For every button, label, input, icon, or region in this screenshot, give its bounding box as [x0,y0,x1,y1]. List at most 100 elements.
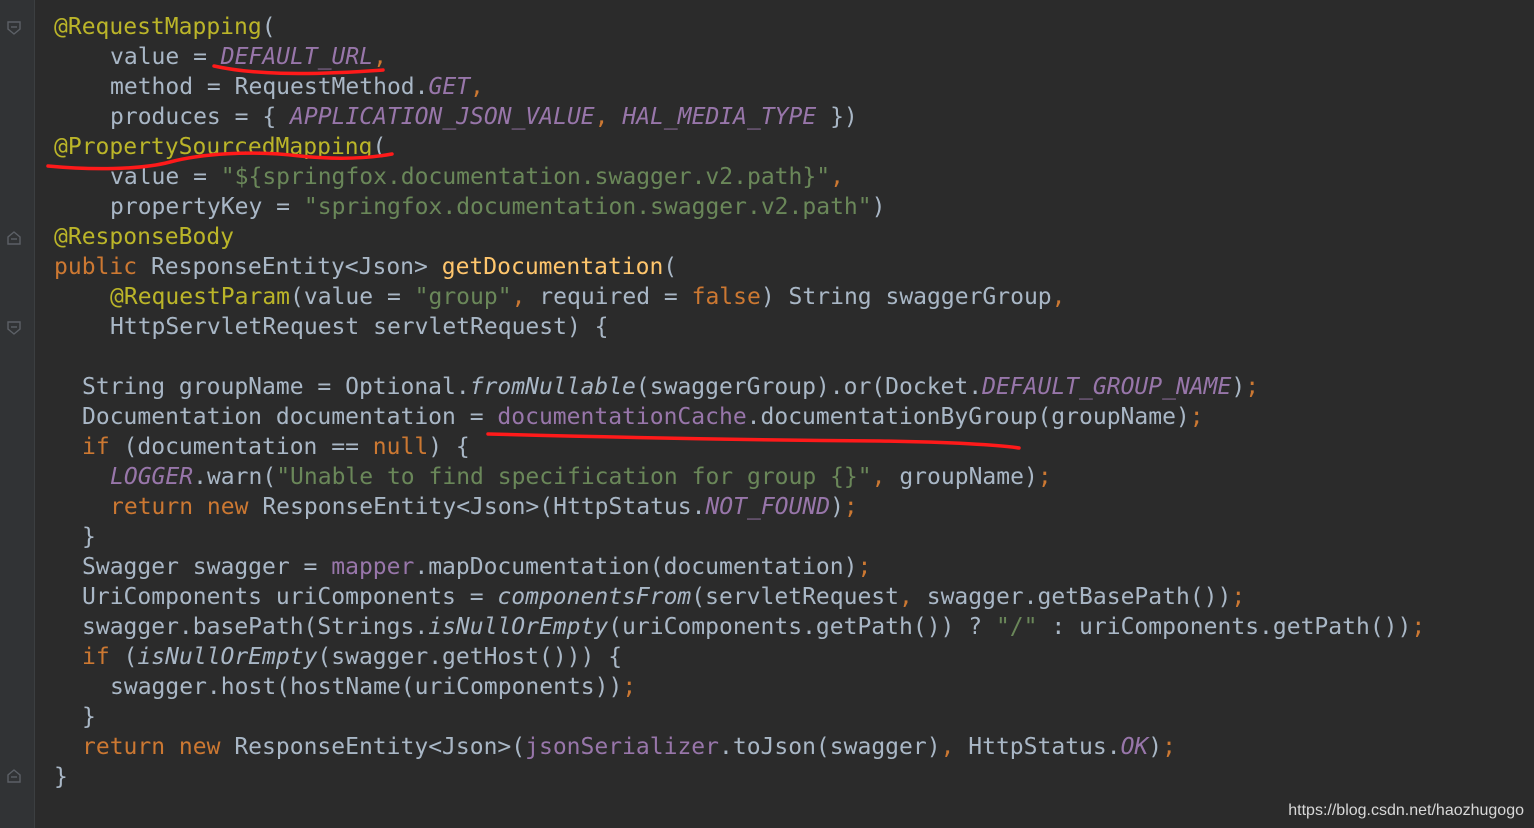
code-token-keyword: if [82,434,124,460]
code-token-plain: (uriComponents.getPath()) ? [608,614,996,640]
code-token-plain: ResponseEntity<Json>( [234,734,526,760]
code-token-punct: ; [1245,374,1260,400]
code-token-punct: , [373,44,387,70]
code-token-constant: NOT_FOUND [705,494,831,520]
code-token-constant: DEFAULT_GROUP_NAME [982,374,1232,400]
fold-open-icon[interactable] [6,20,22,36]
code-line: HttpServletRequest servletRequest) { [54,312,1534,342]
code-token-plain: Swagger swagger = [82,554,332,580]
code-token-plain: ) [871,194,886,220]
code-token-plain: required = [539,284,692,310]
code-token-string: "/" [995,614,1038,640]
code-token-punct: ; [1162,734,1177,760]
code-line: Documentation documentation = documentat… [54,402,1534,432]
code-token-string: "Unable to find specification for group … [276,464,872,490]
code-token-constant: HAL_MEDIA_TYPE [622,104,817,130]
editor-gutter [0,0,35,828]
code-line: return new ResponseEntity<Json>(jsonSeri… [54,732,1534,762]
code-token-plain: ( [663,254,678,280]
code-line: return new ResponseEntity<Json>(HttpStat… [54,492,1534,522]
code-token-static: isNullOrEmpty [428,614,609,640]
code-token-plain: ) { [428,434,470,460]
code-token-plain: groupName) [899,464,1038,490]
code-token-punct: , [899,584,927,610]
code-token-method: getDocumentation [441,254,664,280]
code-token-plain: swagger.basePath(Strings. [82,614,429,640]
code-token-plain: ( [372,134,387,160]
code-line: } [54,522,1534,552]
code-line: @ResponseBody [54,222,1534,252]
code-token-keyword: null [372,434,429,460]
code-token-plain: value = [110,44,221,70]
code-token-plain: } [82,704,96,730]
code-token-annotation: @RequestParam [110,284,291,310]
code-token-plain: ) String swaggerGroup [760,284,1052,310]
code-token-field: jsonSerializer [525,734,719,760]
code-token-plain: (servletRequest [691,584,900,610]
code-token-plain: (swagger.getHost())) { [317,644,623,670]
code-token-constant: APPLICATION_JSON_VALUE [290,104,595,130]
code-token-plain: ( [123,644,138,670]
code-token-annotation: @PropertySourcedMapping [54,134,373,160]
code-editor[interactable]: @RequestMapping(value = DEFAULT_URL, meth… [54,12,1534,792]
code-token-plain: (documentation == [123,434,373,460]
code-line: String groupName = Optional.fromNullable… [54,372,1534,402]
code-line: if (documentation == null) { [54,432,1534,462]
code-token-plain: Documentation documentation = [82,404,498,430]
code-line: value = "${springfox.documentation.swagg… [54,162,1534,192]
code-token-static: componentsFrom [497,584,692,610]
code-token-plain: .toJson(swagger) [719,734,941,760]
code-token-punct: ; [1189,404,1204,430]
code-token-punct: ; [857,554,872,580]
code-token-keyword: return new [110,494,263,520]
code-token-plain: ) [1231,374,1246,400]
code-token-plain: (value = [290,284,415,310]
code-token-plain: (swaggerGroup).or(Docket. [635,374,983,400]
code-token-constant: GET [428,74,471,100]
code-token-plain: .warn( [193,464,277,490]
code-line: } [54,702,1534,732]
code-line: produces = { APPLICATION_JSON_VALUE, HAL… [54,102,1534,132]
code-token-constant: DEFAULT_URL [220,44,374,70]
code-token-keyword: if [82,644,124,670]
code-token-plain: UriComponents uriComponents = [82,584,498,610]
code-token-plain: method = RequestMethod. [110,74,429,100]
code-token-plain: ) [1148,734,1163,760]
code-token-constant: OK [1120,734,1149,760]
code-line: Swagger swagger = mapper.mapDocumentatio… [54,552,1534,582]
code-token-keyword: false [691,284,761,310]
code-line: swagger.host(hostName(uriComponents)); [54,672,1534,702]
code-line: propertyKey = "springfox.documentation.s… [54,192,1534,222]
code-token-plain: .mapDocumentation(documentation) [414,554,858,580]
code-token-punct: , [830,164,844,190]
code-line: } [54,762,1534,792]
fold-close-icon[interactable] [6,768,22,784]
code-token-plain: } [82,524,96,550]
code-token-static: isNullOrEmpty [137,644,318,670]
code-token-punct: , [940,734,969,760]
code-token-constant: LOGGER [110,464,194,490]
code-token-annotation: @ResponseBody [54,224,235,250]
watermark-text: https://blog.csdn.net/haozhugogo [1288,802,1524,819]
code-line: LOGGER.warn("Unable to find specificatio… [54,462,1534,492]
code-line: value = DEFAULT_URL, [54,42,1534,72]
fold-open-icon[interactable] [6,320,22,336]
code-line: @RequestMapping( [54,12,1534,42]
code-token-punct: , [470,74,484,100]
code-token-plain: }) [816,104,858,130]
code-token-plain: value = [110,164,221,190]
code-token-plain: ResponseEntity<Json> [150,254,442,280]
code-line: @RequestParam(value = "group", required … [54,282,1534,312]
code-token-plain: String groupName = Optional. [82,374,470,400]
code-token-plain: ( [261,14,276,40]
code-line: @PropertySourcedMapping( [54,132,1534,162]
code-token-plain: .documentationByGroup(groupName) [746,404,1190,430]
code-line: method = RequestMethod.GET, [54,72,1534,102]
code-token-plain: HttpServletRequest servletRequest) { [110,314,609,340]
code-token-punct: ; [1231,584,1246,610]
code-line: UriComponents uriComponents = components… [54,582,1534,612]
code-token-punct: , [594,104,623,130]
code-line: swagger.basePath(Strings.isNullOrEmpty(u… [54,612,1534,642]
fold-close-icon[interactable] [6,230,22,246]
